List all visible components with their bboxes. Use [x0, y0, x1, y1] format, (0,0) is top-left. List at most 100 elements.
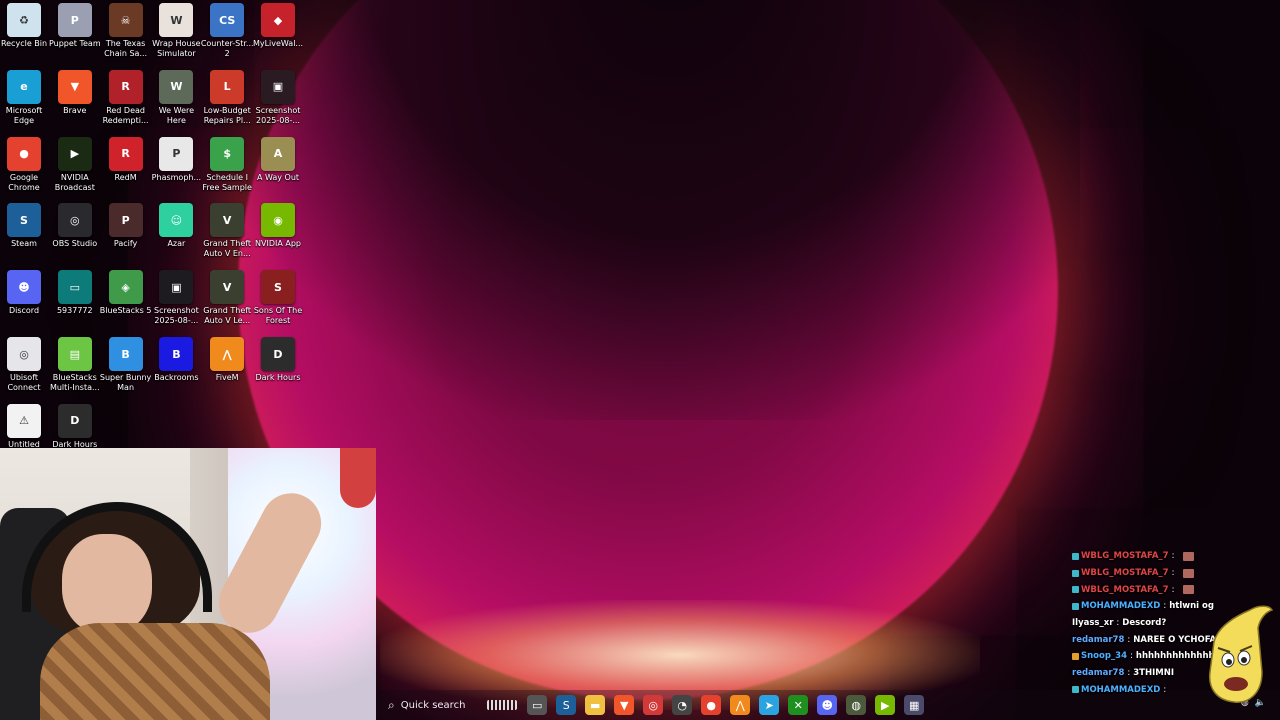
desktop-shortcut[interactable]: ◆ MyLiveWal... [253, 3, 303, 65]
desktop-shortcut-label: Screenshot 2025-08-... [154, 306, 199, 326]
lowbudget-taskbar-icon[interactable]: ◎ [643, 695, 664, 715]
untitled-icon: ⚠ [7, 403, 41, 438]
desktop-shortcut[interactable]: ◎ OBS Studio [50, 203, 100, 265]
network-app-icon[interactable]: ◍ [846, 695, 867, 715]
file-explorer-icon[interactable]: ▬ [585, 695, 606, 715]
chat-username: redamar78 [1072, 668, 1125, 679]
desktop-shortcut[interactable]: V Grand Theft Auto V Le... [202, 270, 252, 332]
desktop-shortcut[interactable]: W Wrap House Simulator [151, 3, 201, 65]
desktop-shortcut-label: Schedule I Free Sample [202, 172, 252, 192]
webcam-red-lamp [340, 448, 376, 508]
desktop-shortcut-label: Grand Theft Auto V En... [203, 239, 252, 259]
chat-emote-icon [1183, 568, 1195, 578]
nvidia-broadcast-icon: ▶ [57, 136, 92, 171]
chat-username: MOHAMMADEXD [1081, 601, 1161, 612]
chat-separator: : [1127, 634, 1131, 645]
desktop-shortcut[interactable]: AA Way Out [253, 136, 303, 199]
desktop-shortcut[interactable]: R Red Dead Redempti... [101, 69, 151, 132]
desktop-shortcut-label: NVIDIA Broadcast [54, 172, 95, 192]
desktop-shortcut[interactable]: P Pacify [101, 203, 151, 265]
desktop-shortcut[interactable]: ▭ 5937772 [50, 270, 100, 332]
screenshot-icon: ▣ [159, 270, 194, 305]
desktop-shortcut[interactable]: R RedM [101, 136, 151, 199]
edge-icon: e [7, 69, 41, 104]
dark-hours-icon: D [261, 337, 295, 371]
fivem-taskbar-icon[interactable]: ⋀ [730, 695, 751, 715]
calculator-icon[interactable]: ▦ [904, 695, 925, 715]
desktop-shortcut[interactable]: e Microsoft Edge [0, 69, 49, 132]
desktop-shortcut-label: Wrap House Simulator [152, 39, 201, 58]
desktop-shortcut[interactable]: P Puppet Team [48, 3, 101, 65]
chat-separator: : [1163, 684, 1167, 695]
xbox-icon[interactable]: ✕ [788, 695, 809, 715]
chat-username: WBLG_MOSTAFA_7 [1081, 584, 1169, 595]
file-5937772-icon: ▭ [57, 270, 92, 305]
chat-username: WBLG_MOSTAFA_7 [1081, 568, 1169, 579]
wallpaper-shadow [180, 0, 1080, 420]
desktop-shortcut-label: Counter-Str... 2 [200, 39, 254, 58]
chat-text: Descord? [1122, 618, 1167, 629]
desktop-shortcut[interactable]: ⋀ FiveM [202, 337, 252, 399]
desktop-shortcut[interactable]: ● Google Chrome [0, 136, 49, 199]
chat-message: WBLG_MOSTAFA_7: [1072, 565, 1280, 582]
bluestacks-multi-icon: ▤ [57, 337, 92, 371]
mylivewallpaper-icon: ◆ [261, 3, 295, 37]
desktop-shortcut[interactable]: S Sons Of The Forest [253, 270, 303, 332]
bluestacks-icon: ◈ [108, 270, 143, 305]
desktop-shortcut-label: Pacify [113, 239, 138, 249]
discord-taskbar-icon[interactable]: ☻ [817, 695, 838, 715]
desktop-icon[interactable]: ▭ [527, 695, 548, 715]
desktop-shortcut-label: Steam [11, 239, 37, 249]
desktop-shortcut-label: Microsoft Edge [5, 105, 43, 125]
desktop-shortcut-label: We Were Here [158, 105, 195, 125]
desktop-shortcut[interactable]: B Super Bunny Man [100, 337, 151, 399]
clock-app-icon[interactable]: ◔ [672, 695, 693, 715]
desktop-shortcut[interactable]: ▼ Brave [50, 69, 100, 132]
desktop-shortcut[interactable]: ◎ Ubisoft Connect [0, 337, 49, 399]
desktop-shortcut[interactable]: ▶ NVIDIA Broadcast [50, 136, 100, 199]
desktop-shortcut-label: Ubisoft Connect [7, 373, 41, 392]
chat-badge-icon [1072, 552, 1079, 560]
desktop-shortcut[interactable]: L Low-Budget Repairs Pl... [202, 69, 252, 132]
chat-separator: : [1163, 601, 1167, 612]
desktop-shortcut[interactable]: D Dark Hours [253, 337, 303, 399]
chrome-taskbar-icon[interactable]: ● [701, 695, 722, 715]
desktop-shortcut[interactable]: ☺ Azar [151, 203, 201, 265]
desktop-shortcut[interactable]: ☻ Discord [0, 270, 49, 332]
desktop-shortcut[interactable]: ☠ The Texas Chain Sa... [101, 3, 151, 65]
counter-strike-icon: CS [210, 3, 245, 37]
desktop-shortcut[interactable]: ◈ BlueStacks 5 [99, 270, 152, 332]
desktop-shortcut[interactable]: ▤ BlueStacks Multi-Insta... [50, 337, 100, 399]
desktop-shortcut[interactable]: P Phasmoph... [151, 136, 202, 199]
desktop-shortcut[interactable]: ▣ Screenshot 2025-08-... [151, 270, 201, 332]
desktop-shortcut-label: RedM [114, 172, 137, 182]
recycle-bin-icon: ♻ [7, 3, 41, 37]
ubisoft-connect-icon: ◎ [7, 337, 41, 371]
schedule-one-icon: $ [210, 136, 245, 171]
desktop-shortcut[interactable]: B Backrooms [151, 337, 201, 399]
desktop-shortcut[interactable]: ▣ Screenshot 2025-08-... [253, 69, 303, 132]
wrap-house-icon: W [159, 3, 194, 37]
quick-search[interactable]: ⌕ Quick search [382, 694, 523, 716]
desktop-shortcut[interactable]: S Steam [0, 203, 49, 265]
desktop-shortcut-label: FiveM [215, 373, 239, 382]
desktop-shortcut[interactable]: ◉ NVIDIA App [253, 203, 303, 265]
desktop-shortcut-label: Puppet Team [48, 39, 101, 48]
backrooms-icon: B [159, 337, 194, 371]
desktop-shortcut[interactable]: $ Schedule I Free Sample [202, 136, 252, 199]
chat-separator: : [1171, 551, 1175, 562]
desktop-shortcut[interactable]: CS Counter-Str... 2 [200, 3, 254, 65]
desktop-shortcut-label: Backrooms [154, 373, 199, 382]
desktop-shortcut[interactable]: V Grand Theft Auto V En... [202, 203, 252, 265]
desktop-shortcut-label: BlueStacks 5 [99, 306, 152, 316]
brave-taskbar-icon[interactable]: ▼ [614, 695, 635, 715]
texas-chain-saw-icon: ☠ [108, 3, 143, 37]
desktop-shortcut[interactable]: W We Were Here [151, 69, 201, 132]
steam-taskbar-icon[interactable]: S [556, 695, 577, 715]
nvidia-taskbar-icon[interactable]: ▶ [875, 695, 896, 715]
telegram-icon[interactable]: ➤ [759, 695, 780, 715]
chat-emote-icon [1183, 585, 1195, 595]
desktop-shortcut[interactable]: ♻ Recycle Bin [0, 3, 49, 65]
desktop-shortcut-label: Phasmoph... [151, 172, 202, 182]
chat-username: Ilyass_xr [1072, 618, 1114, 629]
